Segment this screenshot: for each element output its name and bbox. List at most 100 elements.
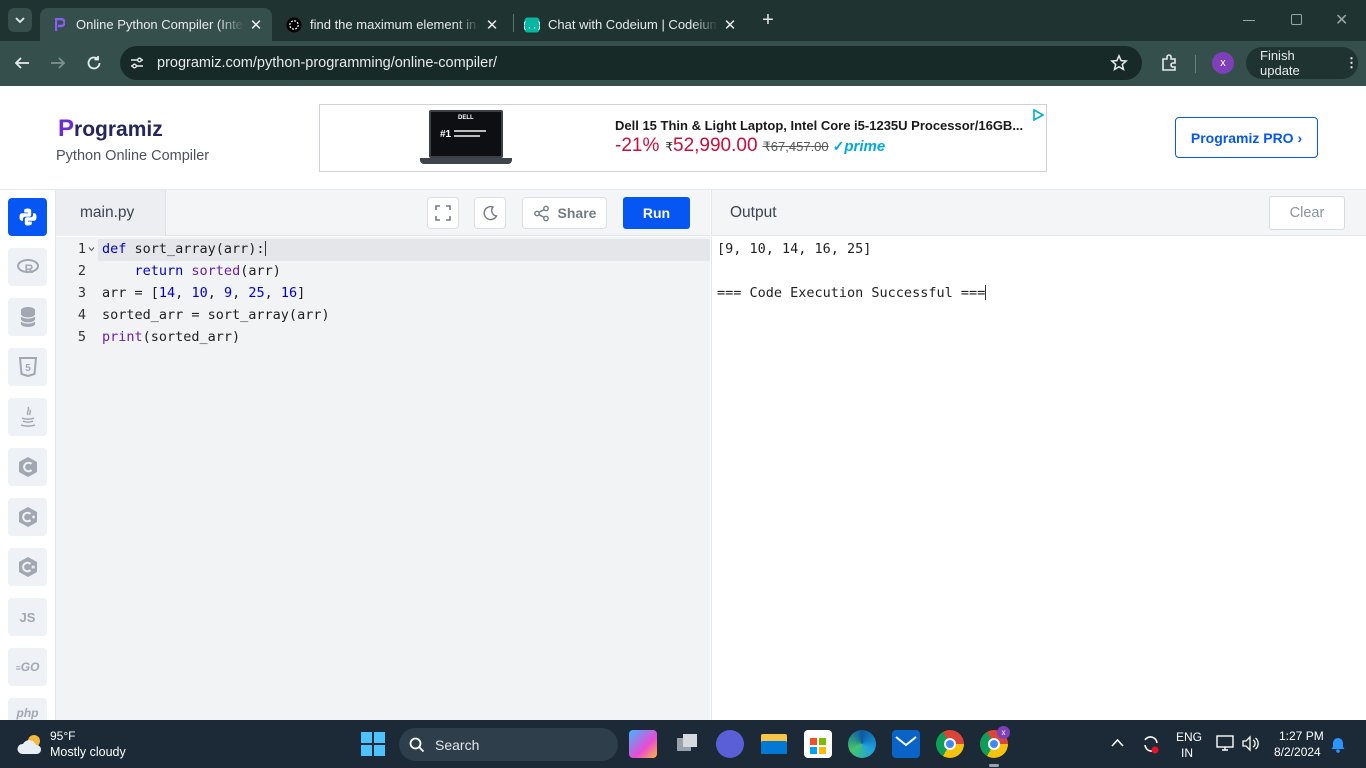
language-indicator-line2[interactable]: IN	[1181, 746, 1193, 760]
site-settings-icon[interactable]	[129, 55, 145, 71]
new-tab-button[interactable]: +	[758, 10, 778, 30]
meet-camera-icon[interactable]	[716, 730, 744, 758]
output-title: Output	[730, 204, 777, 221]
ad-prime: prime	[844, 138, 886, 155]
ad-discount: -21%	[615, 135, 660, 156]
editor-header: main.py Share Run	[56, 190, 710, 236]
line-number-gutter: 1 2 3 4 5	[56, 237, 98, 720]
file-tab-main[interactable]: main.py	[56, 190, 166, 236]
address-bar[interactable]: programiz.com/python-programming/online-…	[120, 46, 1142, 80]
fold-arrow-icon[interactable]	[88, 246, 95, 252]
weather-widget[interactable]: 95°F Mostly cloudy	[16, 728, 146, 762]
code-token: ]	[297, 285, 306, 301]
output-line: === Code Execution Successful ===	[717, 285, 987, 301]
chrome-profile-icon[interactable]: x	[980, 726, 1010, 758]
run-button[interactable]: Run	[623, 197, 690, 229]
sidebar-item-python[interactable]	[8, 198, 47, 236]
logo-text: rogramiz	[74, 118, 163, 141]
page-subtitle: Python Online Compiler	[56, 148, 210, 164]
code-line-1: def sort_array(arr):	[102, 241, 266, 257]
volume-icon[interactable]	[1241, 735, 1261, 752]
reload-icon[interactable]	[85, 54, 103, 72]
sidebar-item-sql[interactable]	[8, 298, 47, 336]
share-button[interactable]: Share	[522, 197, 607, 229]
fullscreen-button[interactable]	[427, 197, 459, 229]
html5-icon: 5	[18, 357, 37, 377]
back-arrow-icon[interactable]	[13, 54, 31, 72]
sidebar-item-javascript[interactable]: JS	[8, 598, 47, 636]
tab-codeium[interactable]: {..} Chat with Codeium | Codeium ✕	[516, 8, 746, 41]
copilot-icon[interactable]	[629, 730, 657, 758]
sidebar-item-cpp[interactable]	[8, 498, 47, 536]
clock-date[interactable]: 8/2/2024	[1274, 745, 1321, 759]
adchoices-icon[interactable]	[1032, 109, 1044, 121]
language-indicator-line1[interactable]: ENG	[1176, 730, 1202, 744]
sync-alert-icon[interactable]	[1141, 734, 1161, 754]
forward-arrow-icon[interactable]	[49, 54, 67, 72]
close-icon[interactable]: ✕	[484, 16, 500, 34]
code-editor[interactable]: 1 2 3 4 5 def sort_array(arr): return so…	[56, 237, 710, 720]
task-view-icon[interactable]	[673, 730, 701, 758]
sidebar-item-php[interactable]: php	[8, 698, 47, 720]
code-token: print	[102, 329, 143, 345]
code-token: 16	[280, 285, 298, 301]
finish-update-button[interactable]: Finish update ⋮	[1246, 47, 1358, 79]
notification-bell-icon[interactable]	[1330, 735, 1346, 753]
programiz-pro-button[interactable]: Programiz PRO ›	[1175, 117, 1318, 158]
output-header: Output Clear	[711, 190, 1366, 236]
ad-banner[interactable]: #1 DELL Dell 15 Thin & Light Laptop, Int…	[319, 104, 1047, 172]
sidebar-item-r[interactable]: R	[8, 248, 47, 286]
sidebar-item-csharp[interactable]	[8, 548, 47, 586]
sidebar-item-html[interactable]: 5	[8, 348, 47, 386]
close-icon[interactable]: ✕	[248, 16, 264, 34]
code-token: ,	[264, 285, 281, 301]
sidebar-item-java[interactable]	[8, 398, 47, 436]
output-status: === Code Execution Successful ===	[717, 285, 986, 301]
laptop-image: #1 DELL	[420, 110, 512, 167]
search-label: Search	[435, 736, 480, 753]
codeium-favicon-icon: {..}	[524, 17, 540, 33]
profile-avatar[interactable]: x	[1212, 52, 1234, 74]
sidebar-item-c[interactable]	[8, 448, 47, 486]
tab-find-max[interactable]: find the maximum element in so ✕	[278, 8, 508, 41]
close-icon[interactable]: ✕	[722, 16, 738, 34]
line-number: 1	[77, 241, 86, 257]
javascript-icon: JS	[19, 609, 36, 625]
edge-icon[interactable]	[848, 730, 876, 758]
python-icon	[19, 208, 36, 226]
ad-title[interactable]: Dell 15 Thin & Light Laptop, Intel Core …	[615, 118, 1023, 133]
code-token: sorted	[183, 263, 241, 279]
tab-search-button[interactable]	[8, 8, 32, 32]
tab-title: Online Python Compiler (Interpreter)	[76, 17, 244, 32]
tab-python-compiler[interactable]: Online Python Compiler (Interpreter) ✕	[40, 8, 272, 41]
output-console[interactable]: [9, 10, 14, 16, 25] === Code Execution S…	[711, 237, 1366, 720]
file-explorer-icon[interactable]	[760, 730, 788, 758]
taskbar-search-box[interactable]: Search	[399, 728, 618, 761]
tab-divider	[513, 14, 514, 32]
close-window-icon[interactable]: ✕	[1335, 10, 1348, 30]
csharp-icon	[18, 557, 37, 577]
clock-time[interactable]: 1:27 PM	[1279, 729, 1324, 743]
restore-icon[interactable]	[1291, 14, 1302, 25]
moon-icon	[483, 205, 498, 221]
display-icon[interactable]	[1216, 735, 1234, 752]
code-token: ,	[175, 285, 192, 301]
clear-button[interactable]: Clear	[1269, 196, 1345, 230]
toolbar-divider	[1195, 55, 1196, 73]
chevron-up-icon[interactable]	[1111, 738, 1124, 748]
programiz-logo[interactable]: P rogramiz	[58, 113, 163, 141]
code-token: def	[102, 241, 127, 257]
theme-toggle-button[interactable]	[474, 197, 506, 229]
java-icon	[20, 406, 35, 427]
store-icon[interactable]	[804, 730, 832, 758]
chrome-icon[interactable]	[936, 730, 964, 758]
extensions-puzzle-icon[interactable]	[1159, 53, 1179, 73]
sidebar-item-go[interactable]: ≡GO	[8, 648, 47, 686]
bookmark-star-icon[interactable]	[1110, 54, 1128, 72]
windows-start-icon[interactable]	[361, 732, 385, 756]
weather-temp: 95°F	[50, 729, 76, 743]
profile-initial: x	[1220, 57, 1226, 69]
minimize-icon[interactable]	[1243, 20, 1255, 21]
mail-icon[interactable]	[892, 730, 920, 758]
